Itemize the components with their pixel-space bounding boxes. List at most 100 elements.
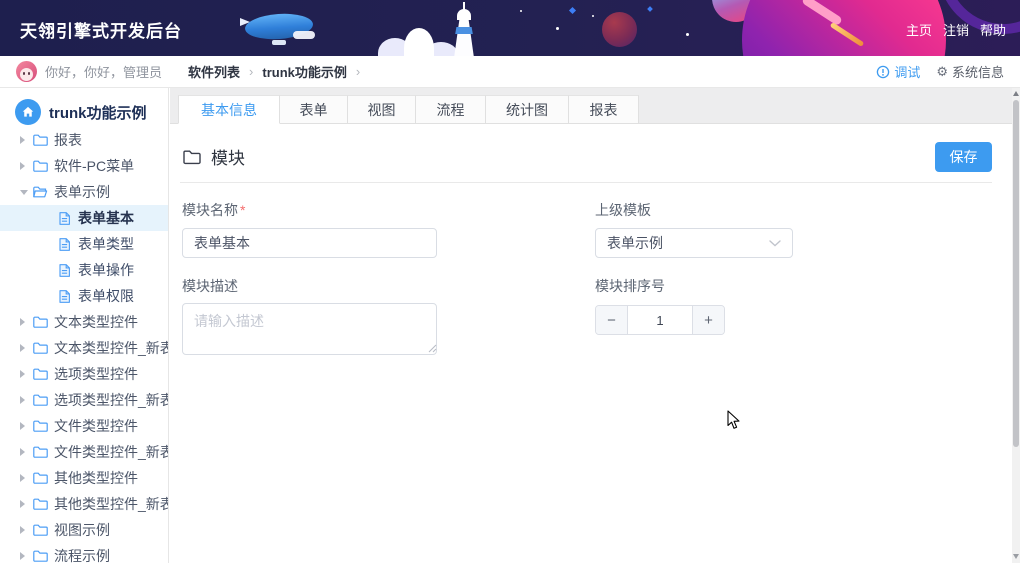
tree-item-reports[interactable]: 报表 [0, 127, 168, 153]
tree-item-label: 表单示例 [54, 182, 110, 202]
hill-illustration [404, 28, 434, 56]
tree-item-label: 选项类型控件 [54, 364, 138, 384]
caret-right-icon[interactable] [20, 552, 32, 560]
caret-right-icon[interactable] [20, 396, 32, 404]
increase-button[interactable]: + [692, 306, 724, 334]
module-order-label: 模块排序号 [595, 276, 665, 296]
tab-flow[interactable]: 流程 [416, 95, 486, 124]
tree-item-text-controls-new[interactable]: 文本类型控件_新表 [0, 335, 168, 361]
nav-logout-link[interactable]: 注销 [943, 20, 969, 39]
tree-item-other-controls[interactable]: 其他类型控件 [0, 465, 168, 491]
sidebar-root-node[interactable]: trunk功能示例 [0, 97, 168, 127]
module-desc-label: 模块描述 [182, 276, 238, 296]
tree-item-label: 文本类型控件_新表 [54, 338, 169, 358]
folder-icon [32, 470, 48, 486]
chevron-right-icon: › [249, 64, 253, 79]
caret-right-icon[interactable] [20, 448, 32, 456]
panel-title: 模块 [211, 144, 245, 169]
caret-right-icon[interactable] [20, 500, 32, 508]
scroll-up-arrow-icon[interactable] [1013, 91, 1019, 96]
vertical-scrollbar[interactable] [1012, 88, 1020, 563]
caret-right-icon[interactable] [20, 526, 32, 534]
save-button[interactable]: 保存 [935, 142, 992, 172]
folder-icon [32, 158, 48, 174]
tree-item-option-controls[interactable]: 选项类型控件 [0, 361, 168, 387]
cloud-illustration [293, 31, 315, 39]
breadcrumb-bar: 你好，你好，管理员 软件列表 › trunk功能示例 › 调试 ⚙ 系统信息 [0, 56, 1020, 88]
tree-item-text-controls[interactable]: 文本类型控件 [0, 309, 168, 335]
tree-item-label: 表单操作 [78, 260, 134, 280]
gear-icon: ⚙ [936, 64, 948, 80]
tree-item-option-controls-new[interactable]: 选项类型控件_新表 [0, 387, 168, 413]
lighthouse-illustration [454, 27, 474, 34]
decrease-button[interactable]: − [596, 306, 628, 334]
user-greeting: 你好，你好，管理员 [45, 62, 162, 81]
module-name-input[interactable] [182, 228, 437, 258]
tab-report[interactable]: 报表 [569, 95, 639, 124]
sidebar-tree: trunk功能示例 报表 软件-PC菜单 表单示例 表单基本 表单类型 表单操作… [0, 88, 169, 563]
breadcrumb-trunk-demo[interactable]: trunk功能示例 [262, 62, 347, 81]
debug-label: 调试 [894, 62, 920, 81]
module-order-value[interactable]: 1 [628, 306, 692, 334]
scroll-down-arrow-icon[interactable] [1013, 554, 1019, 559]
caret-right-icon[interactable] [20, 136, 32, 144]
module-order-stepper: − 1 + [595, 305, 725, 335]
tree-item-form-permission[interactable]: 表单权限 [0, 283, 168, 309]
tab-view[interactable]: 视图 [348, 95, 416, 124]
module-desc-textarea[interactable] [182, 303, 437, 355]
tree-item-pc-menu[interactable]: 软件-PC菜单 [0, 153, 168, 179]
document-icon [57, 237, 72, 252]
nav-help-link[interactable]: 帮助 [980, 20, 1006, 39]
avatar [16, 61, 37, 82]
home-icon [15, 99, 41, 125]
caret-right-icon[interactable] [20, 344, 32, 352]
document-icon [57, 263, 72, 278]
folder-open-icon [32, 184, 48, 200]
app-header: 天翎引擎式开发后台 主页 注销 帮助 [0, 0, 1020, 56]
star-icon [520, 10, 522, 12]
app-title: 天翎引擎式开发后台 [20, 17, 182, 42]
caret-down-icon[interactable] [20, 190, 32, 195]
tab-form[interactable]: 表单 [280, 95, 348, 124]
chevron-right-icon: › [356, 64, 360, 79]
nav-home-link[interactable]: 主页 [906, 20, 932, 39]
folder-icon [32, 548, 48, 563]
tree-item-form-action[interactable]: 表单操作 [0, 257, 168, 283]
tree-item-label: 视图示例 [54, 520, 110, 540]
tree-item-form-type[interactable]: 表单类型 [0, 231, 168, 257]
header-nav: 主页 注销 帮助 [906, 20, 1006, 39]
tab-chart[interactable]: 统计图 [486, 95, 569, 124]
folder-icon [32, 496, 48, 512]
topbar-actions: 调试 ⚙ 系统信息 [876, 62, 1004, 81]
debug-button[interactable]: 调试 [876, 62, 920, 81]
tree-item-form-demo[interactable]: 表单示例 [0, 179, 168, 205]
tree-item-file-controls-new[interactable]: 文件类型控件_新表 [0, 439, 168, 465]
required-asterisk: * [240, 202, 245, 218]
lighthouse-illustration [454, 18, 474, 56]
star-icon [686, 33, 689, 36]
caret-right-icon[interactable] [20, 162, 32, 170]
tree-item-flow-demo[interactable]: 流程示例 [0, 543, 168, 563]
tree-item-label: 选项类型控件_新表 [54, 390, 169, 410]
tree-item-view-demo[interactable]: 视图示例 [0, 517, 168, 543]
scrollbar-thumb[interactable] [1013, 100, 1019, 447]
lighthouse-illustration [457, 9, 471, 20]
tree-item-file-controls[interactable]: 文件类型控件 [0, 413, 168, 439]
document-icon [57, 211, 72, 226]
caret-right-icon[interactable] [20, 474, 32, 482]
caret-right-icon[interactable] [20, 422, 32, 430]
system-info-button[interactable]: ⚙ 系统信息 [936, 62, 1004, 81]
parent-template-label: 上级模板 [595, 200, 651, 220]
breadcrumb-software-list[interactable]: 软件列表 [188, 62, 240, 81]
folder-icon [32, 522, 48, 538]
tab-basic-info[interactable]: 基本信息 [178, 95, 280, 124]
module-panel: 模块 保存 模块名称* 上级模板 表单示例 模块描述 模块排序号 − 1 + [170, 124, 1012, 563]
caret-right-icon[interactable] [20, 370, 32, 378]
parent-template-select[interactable]: 表单示例 [595, 228, 793, 258]
tree-item-form-basic[interactable]: 表单基本 [0, 205, 168, 231]
tree-item-label: 其他类型控件 [54, 468, 138, 488]
tree-item-other-controls-new[interactable]: 其他类型控件_新表 [0, 491, 168, 517]
tree-item-label: 其他类型控件_新表 [54, 494, 169, 514]
avatar-eye [28, 72, 30, 75]
caret-right-icon[interactable] [20, 318, 32, 326]
